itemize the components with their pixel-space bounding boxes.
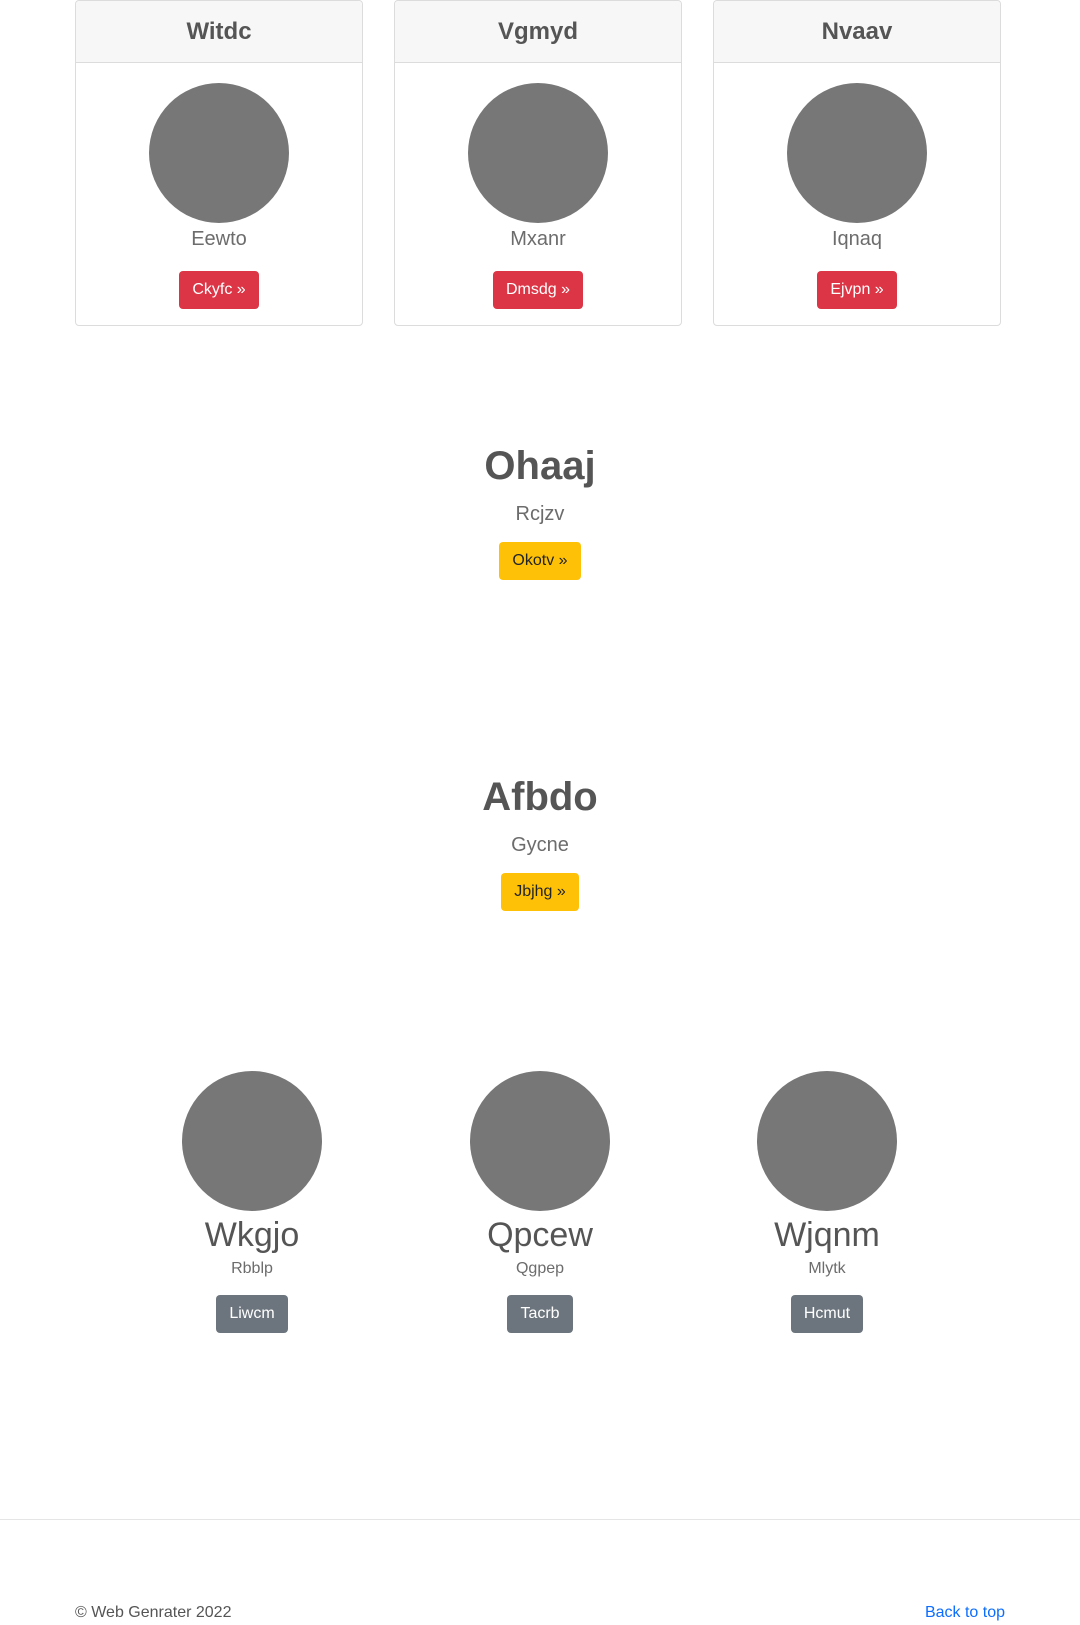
- feature-subtitle: Qgpep: [515, 1260, 565, 1277]
- feature-subtitle: Rbblp: [231, 1260, 273, 1277]
- footer-divider: [0, 1519, 1080, 1520]
- card-subtitle: Iqnaq: [831, 228, 883, 250]
- cards-row: Witdc Eewto Ckyfc » Vgmyd Mxanr Dmsdg » …: [75, 0, 1005, 326]
- feature-button[interactable]: Liwcm: [216, 1295, 288, 1333]
- card-button[interactable]: Dmsdg »: [492, 271, 584, 309]
- page: Witdc Eewto Ckyfc » Vgmyd Mxanr Dmsdg » …: [0, 0, 1080, 1625]
- avatar-placeholder: [787, 83, 927, 223]
- hero-title: Afbdo: [482, 775, 598, 819]
- card: Witdc Eewto Ckyfc »: [75, 0, 363, 326]
- feature-title: Wjqnm: [774, 1216, 880, 1254]
- card-subtitle: Eewto: [191, 228, 247, 250]
- avatar-placeholder: [757, 1071, 897, 1211]
- avatar-placeholder: [182, 1071, 322, 1211]
- hero-button[interactable]: Jbjhg »: [501, 873, 579, 911]
- card-subtitle: Mxanr: [510, 228, 566, 250]
- avatar-placeholder: [149, 83, 289, 223]
- feature-title: Qpcew: [487, 1216, 593, 1254]
- card-title: Vgmyd: [395, 1, 681, 63]
- card-title: Nvaav: [714, 1, 1000, 63]
- avatar-placeholder: [468, 83, 608, 223]
- feature-column: Wkgjo Rbblp Liwcm: [142, 1071, 362, 1333]
- footer-copyright: © Web Genrater 2022: [75, 1604, 232, 1621]
- hero-subtitle: Gycne: [511, 834, 569, 856]
- feature-title: Wkgjo: [204, 1216, 300, 1254]
- card-button[interactable]: Ejvpn »: [817, 271, 897, 309]
- feature-subtitle: Mlytk: [808, 1260, 846, 1277]
- feature-button[interactable]: Tacrb: [507, 1295, 573, 1333]
- feature-column: Qpcew Qgpep Tacrb: [430, 1071, 650, 1333]
- card: Vgmyd Mxanr Dmsdg »: [394, 0, 682, 326]
- feature-column: Wjqnm Mlytk Hcmut: [717, 1071, 937, 1333]
- card-button[interactable]: Ckyfc »: [179, 271, 259, 309]
- back-to-top-link[interactable]: Back to top: [925, 1603, 1005, 1623]
- card-title: Witdc: [76, 1, 362, 63]
- avatar-placeholder: [470, 1071, 610, 1211]
- hero-section: Ohaaj Rcjzv Okotv »: [0, 442, 1080, 580]
- feature-button[interactable]: Hcmut: [790, 1295, 864, 1333]
- card: Nvaav Iqnaq Ejvpn »: [713, 0, 1001, 326]
- hero-title: Ohaaj: [484, 444, 596, 488]
- hero-subtitle: Rcjzv: [515, 503, 565, 525]
- hero-section: Afbdo Gycne Jbjhg »: [0, 773, 1080, 911]
- hero-button[interactable]: Okotv »: [499, 542, 581, 580]
